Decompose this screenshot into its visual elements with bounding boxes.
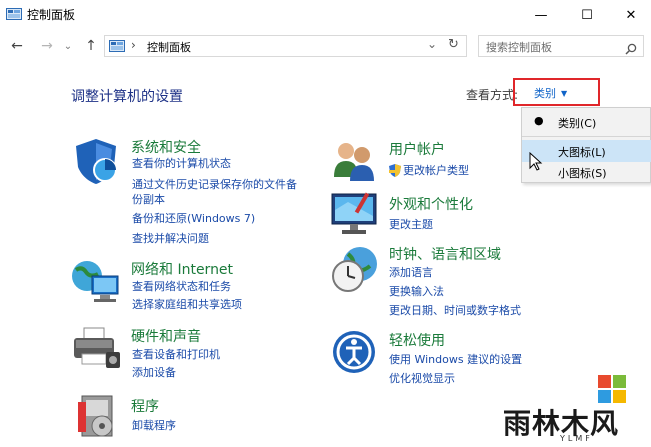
link-add-device[interactable]: 添加设备 (132, 364, 176, 381)
link-change-account-type[interactable]: 更改帐户类型 (403, 162, 469, 179)
link-change-input[interactable]: 更换输入法 (389, 283, 444, 300)
recent-locations-icon[interactable]: ⌄ (62, 36, 74, 56)
category-title-appearance[interactable]: 外观和个性化 (389, 194, 473, 214)
address-dropdown-icon[interactable]: ⌄ (427, 37, 437, 51)
shield-icon[interactable] (72, 137, 120, 185)
monitor-icon[interactable] (330, 190, 380, 238)
view-by-label: 查看方式: (466, 88, 519, 102)
ease-of-access-icon[interactable] (330, 328, 378, 376)
breadcrumb-control-panel[interactable]: 控制面板 (147, 39, 191, 55)
windows-logo-icon (598, 375, 626, 403)
back-arrow-icon[interactable]: ← (8, 36, 26, 56)
category-title-system-security[interactable]: 系统和安全 (131, 137, 201, 157)
link-view-computer-status[interactable]: 查看你的计算机状态 (132, 155, 231, 172)
up-arrow-icon[interactable]: ↑ (82, 36, 100, 56)
search-icon[interactable] (625, 40, 637, 55)
category-title-programs[interactable]: 程序 (131, 396, 159, 416)
link-uninstall-program[interactable]: 卸载程序 (132, 417, 176, 434)
refresh-icon[interactable]: ↻ (448, 37, 459, 52)
link-change-theme[interactable]: 更改主题 (389, 216, 433, 233)
menu-divider (522, 136, 650, 137)
uac-shield-icon (389, 162, 401, 177)
highlight-annotation-box (513, 78, 600, 106)
users-icon[interactable] (330, 137, 378, 185)
category-title-ease-of-access[interactable]: 轻松使用 (389, 330, 445, 350)
forward-arrow-icon[interactable]: → (38, 36, 56, 56)
page-title: 调整计算机的设置 (71, 89, 183, 105)
breadcrumb-separator[interactable]: › (131, 38, 136, 52)
link-homegroup[interactable]: 选择家庭组和共享选项 (132, 296, 242, 313)
search-input[interactable]: 搜索控制面板 (486, 39, 552, 55)
minimize-button[interactable]: — (518, 0, 564, 30)
maximize-button[interactable]: ☐ (564, 0, 610, 30)
programs-icon[interactable] (74, 392, 122, 440)
category-title-clock-region[interactable]: 时钟、语言和区域 (389, 244, 501, 264)
close-button[interactable]: ✕ (608, 0, 651, 30)
window-title: 控制面板 (27, 8, 76, 22)
link-troubleshoot[interactable]: 查找并解决问题 (132, 230, 209, 247)
mouse-cursor-icon (529, 151, 543, 172)
watermark-sub-text: YLMF (560, 434, 593, 443)
category-title-hardware-sound[interactable]: 硬件和声音 (131, 326, 201, 346)
control-panel-icon (6, 7, 22, 21)
category-title-user-accounts[interactable]: 用户帐户 (389, 139, 445, 159)
title-bar: 控制面板 — ☐ ✕ (0, 0, 651, 30)
category-title-network[interactable]: 网络和 Internet (131, 259, 233, 279)
control-panel-small-icon (109, 39, 125, 53)
address-bar[interactable]: › 控制面板 ⌄ ↻ (104, 35, 467, 57)
link-backup-restore[interactable]: 备份和还原(Windows 7) (132, 210, 255, 227)
link-file-history-cont[interactable]: 份副本 (132, 191, 165, 208)
link-network-status[interactable]: 查看网络状态和任务 (132, 278, 231, 295)
printer-icon[interactable] (70, 324, 122, 372)
search-box[interactable]: 搜索控制面板 (478, 35, 644, 57)
link-change-date-format[interactable]: 更改日期、时间或数字格式 (389, 302, 521, 319)
network-icon[interactable] (70, 258, 122, 306)
link-windows-recommended[interactable]: 使用 Windows 建议的设置 (389, 351, 522, 368)
link-add-language[interactable]: 添加语言 (389, 264, 433, 281)
link-optimize-display[interactable]: 优化视觉显示 (389, 370, 455, 387)
selected-bullet-icon: ● (534, 114, 544, 127)
link-devices-printers[interactable]: 查看设备和打印机 (132, 346, 220, 363)
menu-item-category[interactable]: ● 类别(C) (522, 111, 651, 133)
clock-globe-icon[interactable] (330, 244, 380, 294)
